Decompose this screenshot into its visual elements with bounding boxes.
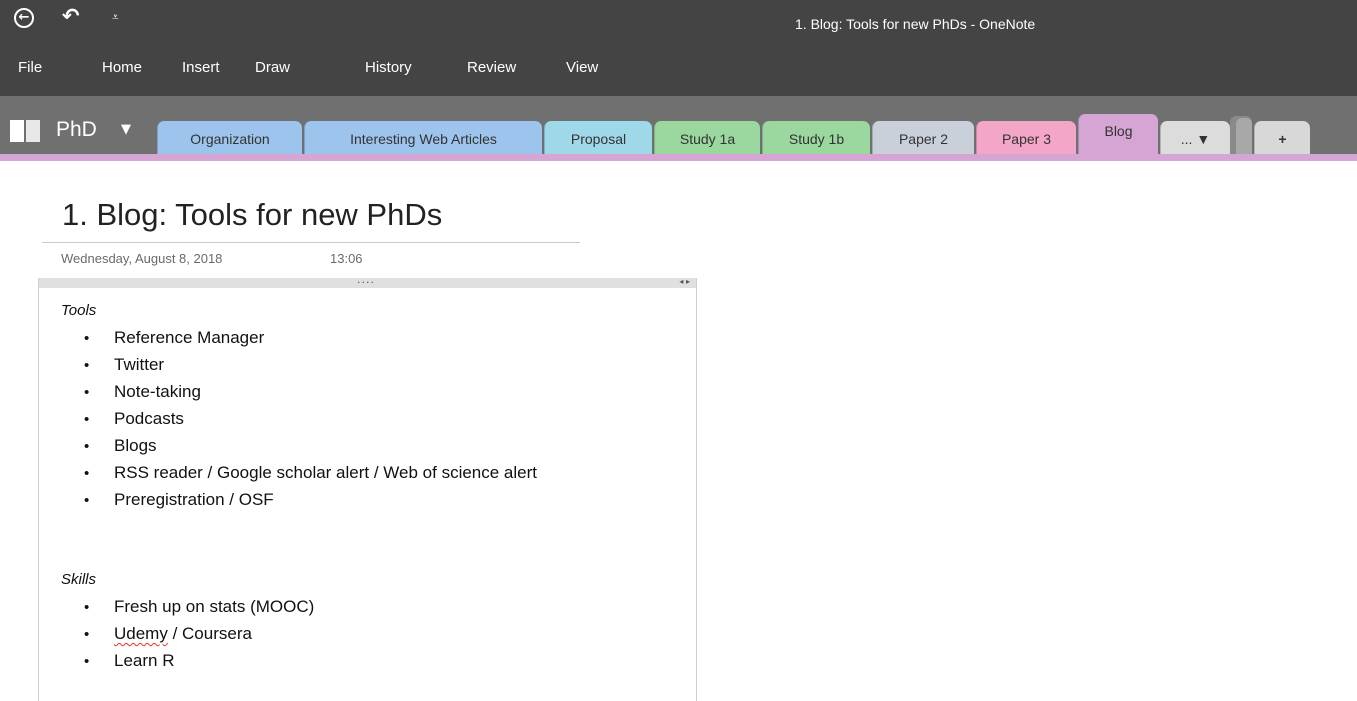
bullet-icon: • [84,384,90,401]
section-tab-paper-2[interactable]: Paper 2 [872,121,974,154]
list-item-text: Twitter [114,355,165,374]
list-item[interactable]: • Blogs [84,432,537,459]
menu-history[interactable]: History [365,59,412,77]
stacked-tabs-decoration [1236,118,1252,154]
list-item[interactable]: • Twitter [84,351,537,378]
window-title: 1. Blog: Tools for new PhDs - OneNote [795,16,1036,32]
section-tab-study-1b[interactable]: Study 1b [762,121,870,154]
menu-insert[interactable]: Insert [182,59,220,77]
list-item[interactable]: • Podcasts [84,405,537,432]
section-tab-study-1a[interactable]: Study 1a [654,121,760,154]
bullet-icon: • [84,599,90,616]
bullet-icon: • [84,465,90,482]
undo-icon[interactable]: ↶ [62,4,80,28]
page-date: Wednesday, August 8, 2018 [61,251,223,266]
section-tab-organization[interactable]: Organization [157,121,302,154]
customize-toolbar-icon[interactable]: ⩡ [112,10,119,24]
notebook-icon[interactable] [10,120,42,142]
skills-list[interactable]: • Fresh up on stats (MOOC) • Udemy / Cours… [84,593,314,674]
menu-file[interactable]: File [18,59,42,77]
add-section-button[interactable]: + [1254,121,1310,154]
list-item[interactable]: • Learn R [84,647,314,674]
skills-heading[interactable]: Skills [61,570,96,590]
menu-draw[interactable]: Draw [255,59,290,77]
list-item-text: Blogs [114,436,157,455]
bullet-icon: • [84,411,90,428]
bullet-icon: • [84,653,90,670]
list-item[interactable]: • Preregistration / OSF [84,486,537,513]
menu-home[interactable]: Home [102,59,142,77]
bullet-icon: • [84,330,90,347]
bullet-icon: • [84,438,90,455]
page-time: 13:06 [330,251,363,266]
list-item[interactable]: • RSS reader / Google scholar alert / Web… [84,459,537,486]
bullet-icon: • [84,357,90,374]
list-item-text: Reference Manager [114,328,265,347]
section-tab-paper-3[interactable]: Paper 3 [976,121,1076,154]
list-item[interactable]: • Reference Manager [84,324,537,351]
title-divider [42,242,580,243]
notebook-icon-right-page [26,120,40,142]
ribbon-tabs: File Home Insert Draw History Review Vie… [0,48,1357,96]
list-item-text: Podcasts [114,409,184,428]
bullet-icon: • [84,492,90,509]
section-tab-interesting-web-articles[interactable]: Interesting Web Articles [304,121,542,154]
notebook-icon-left-page [10,120,24,142]
notebook-name[interactable]: PhD [56,117,97,143]
tools-heading[interactable]: Tools [61,301,96,321]
list-item-text: Note-taking [114,382,201,401]
list-item-text: RSS reader / Google scholar alert / Web … [114,463,537,482]
misspelled-word[interactable]: Udemy [114,624,168,643]
page-title[interactable]: 1. Blog: Tools for new PhDs [62,196,442,234]
menu-view[interactable]: View [566,59,598,77]
list-item-text: Fresh up on stats (MOOC) [114,597,315,616]
list-item-text: Learn R [114,651,175,670]
list-item[interactable]: • Fresh up on stats (MOOC) [84,593,314,620]
list-item[interactable]: • Udemy / Coursera [84,620,314,647]
bullet-icon: • [84,626,90,643]
list-item-text: Preregistration / OSF [114,490,274,509]
resize-handle-icon[interactable]: ◂ ▸ [679,276,690,288]
title-bar: ← ↶ ⩡ 1. Blog: Tools for new PhDs - OneN… [0,0,1357,48]
menu-review[interactable]: Review [467,59,516,77]
back-icon[interactable]: ← [14,8,34,28]
section-tab-more[interactable]: ... ▼ [1160,121,1230,154]
active-section-stripe [0,154,1357,161]
list-item[interactable]: • Note-taking [84,378,537,405]
drag-handle-icon[interactable]: .... [357,274,375,286]
section-tab-proposal[interactable]: Proposal [544,121,652,154]
container-handle[interactable]: .... ◂ ▸ [39,274,696,288]
list-item-text: / Coursera [167,624,252,643]
tools-list[interactable]: • Reference Manager • Twitter • Note-taking… [84,324,537,513]
chevron-down-icon[interactable]: ▼ [121,121,131,139]
